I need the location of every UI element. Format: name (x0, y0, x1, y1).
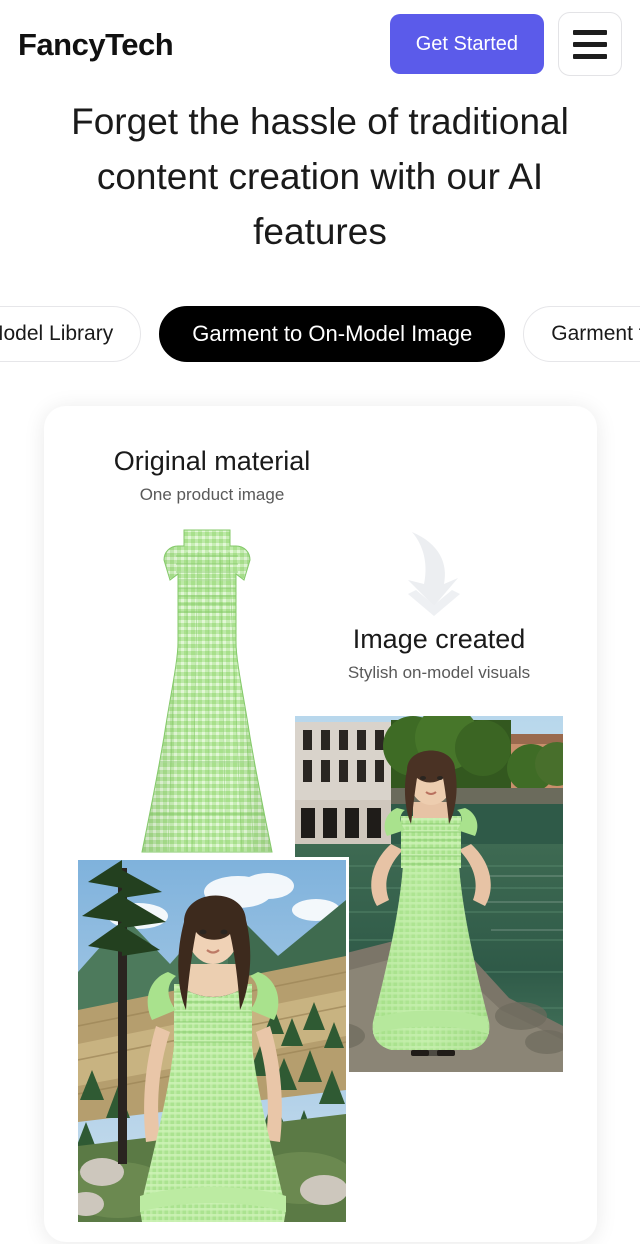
tab-garment-to-on-model-image[interactable]: Garment to On-Model Image (159, 306, 506, 362)
showcase-card: Original material One product image Imag… (44, 406, 597, 1242)
tab-model-library[interactable]: Model Library (0, 306, 142, 362)
original-material-block: Original material One product image (97, 446, 327, 505)
hamburger-menu-icon[interactable] (558, 12, 622, 76)
original-material-title: Original material (113, 446, 311, 476)
brand-logo[interactable]: FancyTech (18, 29, 174, 60)
menu-bar-2 (573, 41, 607, 47)
feature-tabs-scroller[interactable]: Model Library Garment to On-Model Image … (0, 298, 640, 370)
page-title: Forget the hassle of traditional content… (71, 101, 569, 252)
site-header: FancyTech Get Started (0, 0, 640, 88)
page-root: FancyTech Get Started Forget the hassle … (0, 0, 640, 1244)
green-gingham-maxi-dress-product-photo (132, 522, 282, 862)
image-created-title: Image created (352, 624, 526, 654)
feature-tabs: Model Library Garment to On-Model Image … (0, 298, 640, 370)
menu-bar-1 (573, 29, 607, 35)
image-created-subtitle: Stylish on-model visuals (347, 663, 531, 682)
curved-down-arrow-icon (408, 532, 460, 616)
model-in-green-dress-in-mountains[interactable] (78, 860, 346, 1222)
original-material-subtitle: One product image (139, 485, 285, 504)
tab-garment-to-on-model-video[interactable]: Garment to On-Model Video (523, 306, 640, 362)
menu-bar-3 (573, 53, 607, 59)
image-created-block: Image created Stylish on-model visuals (289, 624, 589, 683)
get-started-button[interactable]: Get Started (389, 14, 544, 74)
